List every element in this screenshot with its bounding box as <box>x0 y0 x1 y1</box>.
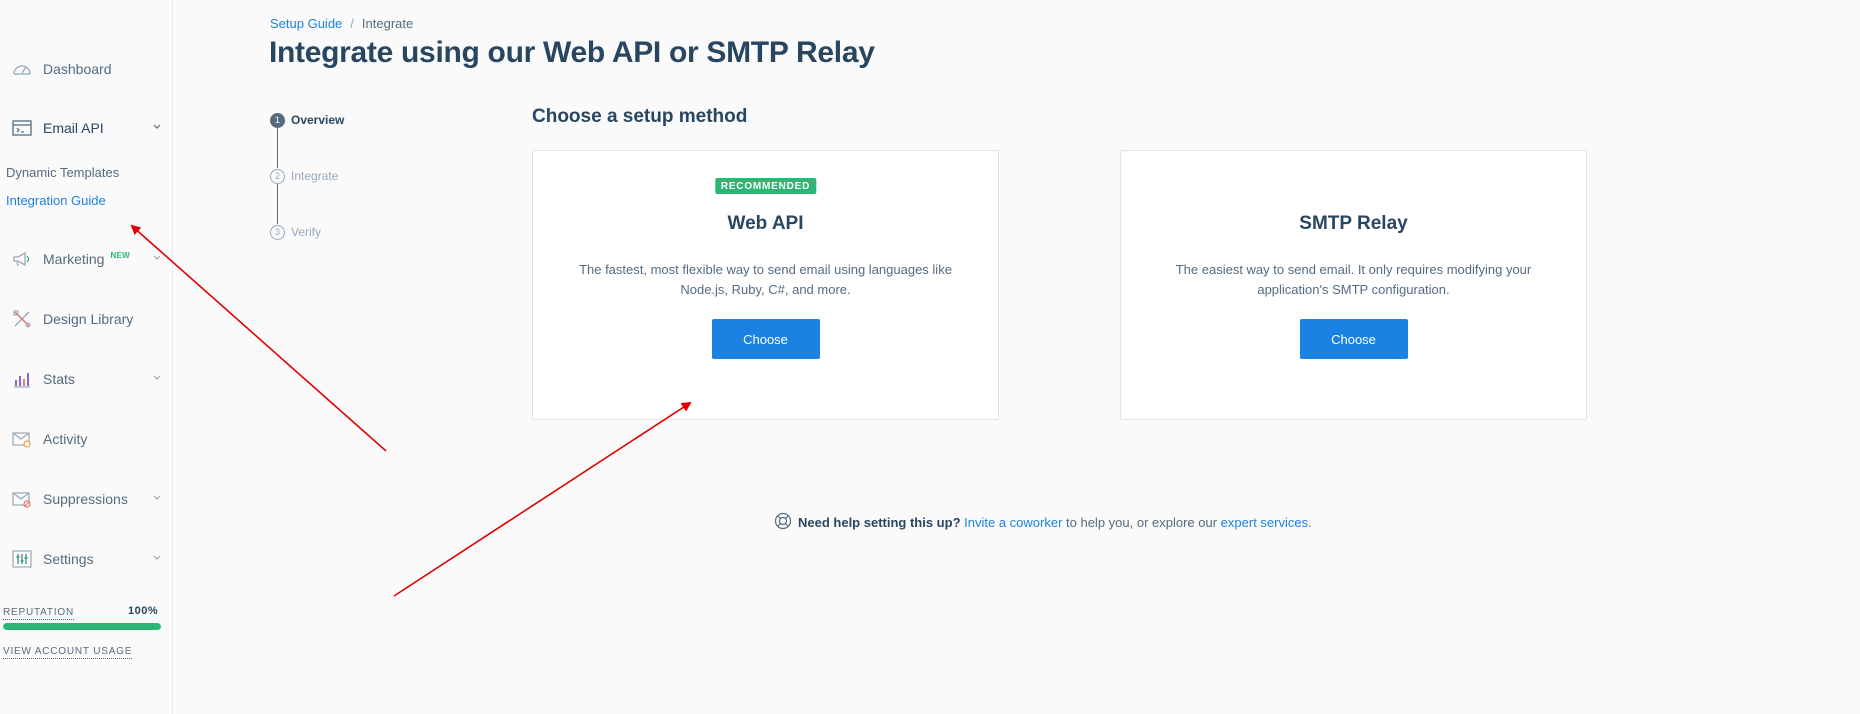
reputation-bar-fill <box>3 623 161 630</box>
help-text: to help you, or explore our <box>1062 515 1221 530</box>
step-overview[interactable]: 1 Overview <box>270 112 344 128</box>
help-heading: Need help setting this up? <box>798 515 961 530</box>
card-description: The easiest way to send email. It only r… <box>1175 262 1532 297</box>
section-title: Choose a setup method <box>532 106 748 127</box>
step-integrate[interactable]: 2 Integrate <box>270 168 338 184</box>
web-api-card: RECOMMENDED Web API The fastest, most fl… <box>532 150 999 420</box>
sidebar-item-label: Suppressions <box>43 491 128 507</box>
sidebar-item-label: Activity <box>43 431 88 447</box>
help-footer: Need help setting this up? Invite a cowo… <box>774 512 1312 533</box>
sidebar-item-settings[interactable]: Settings <box>0 544 172 574</box>
reputation-label[interactable]: REPUTATION <box>3 607 74 620</box>
sidebar-item-email-api[interactable]: Email API <box>0 113 172 143</box>
step-number: 3 <box>270 224 285 240</box>
gauge-icon <box>11 58 33 80</box>
step-connector <box>277 128 278 168</box>
view-account-usage-link[interactable]: VIEW ACCOUNT USAGE <box>3 646 133 659</box>
step-number: 2 <box>270 168 285 184</box>
sidebar-item-label: Design Library <box>43 311 134 327</box>
reputation-bar <box>3 623 161 630</box>
step-connector <box>277 184 278 224</box>
card-title: Web API <box>727 213 804 234</box>
sidebar: Dashboard Email API Dynamic Templates In… <box>0 0 173 714</box>
choose-smtp-relay-button[interactable]: Choose <box>1299 319 1408 359</box>
sidebar-item-label: Email API <box>43 120 104 136</box>
annotation-arrow <box>393 401 692 597</box>
app-root: Dashboard Email API Dynamic Templates In… <box>0 0 1860 714</box>
breadcrumb-current: Integrate <box>361 16 414 31</box>
sidebar-item-dashboard[interactable]: Dashboard <box>0 54 172 84</box>
breadcrumb-separator: / <box>350 16 354 31</box>
reputation-value: 100% <box>128 605 159 617</box>
breadcrumb: Setup Guide / Integrate <box>270 16 413 31</box>
new-badge: NEW <box>110 250 131 260</box>
chevron-down-icon <box>153 255 161 260</box>
bar-chart-icon <box>11 368 33 390</box>
smtp-relay-card: SMTP Relay The easiest way to send email… <box>1120 150 1587 420</box>
breadcrumb-setup-guide-link[interactable]: Setup Guide <box>270 16 342 31</box>
sidebar-subitem-dynamic-templates[interactable]: Dynamic Templates <box>6 165 119 180</box>
sidebar-subitem-integration-guide[interactable]: Integration Guide <box>6 193 106 208</box>
sidebar-item-label: Dashboard <box>43 61 112 77</box>
step-label: Overview <box>291 113 345 127</box>
chevron-down-icon <box>153 555 161 560</box>
mail-search-icon <box>11 428 33 450</box>
design-tools-icon <box>11 308 33 330</box>
sliders-icon <box>11 548 33 570</box>
card-description: The fastest, most flexible way to send e… <box>579 262 952 297</box>
step-label: Integrate <box>291 169 339 183</box>
megaphone-icon <box>11 248 33 270</box>
step-verify[interactable]: 3 Verify <box>270 224 321 240</box>
recommended-badge: RECOMMENDED <box>714 178 817 194</box>
page-title: Integrate using our Web API or SMTP Rela… <box>269 36 875 69</box>
sidebar-item-suppressions[interactable]: Suppressions <box>0 484 172 514</box>
choose-web-api-button[interactable]: Choose <box>711 319 820 359</box>
sidebar-item-stats[interactable]: Stats <box>0 364 172 394</box>
lifebuoy-icon <box>774 512 792 533</box>
step-label: Verify <box>291 225 322 239</box>
invite-coworker-link[interactable]: Invite a coworker <box>964 515 1062 530</box>
chevron-down-icon <box>153 495 161 500</box>
sidebar-item-label: Stats <box>43 371 75 387</box>
chevron-down-icon <box>153 375 161 380</box>
chevron-down-icon <box>153 124 161 129</box>
terminal-icon <box>11 117 33 139</box>
sidebar-item-design-library[interactable]: Design Library <box>0 304 172 334</box>
help-end: . <box>1308 515 1312 530</box>
expert-services-link[interactable]: expert services <box>1221 515 1308 530</box>
sidebar-item-activity[interactable]: Activity <box>0 424 172 454</box>
sidebar-item-label: Marketing <box>43 251 105 267</box>
step-number: 1 <box>270 112 285 128</box>
sidebar-item-label: Settings <box>43 551 94 567</box>
mail-blocked-icon <box>11 488 33 510</box>
sidebar-item-marketing[interactable]: Marketing NEW <box>0 244 172 274</box>
card-title: SMTP Relay <box>1299 213 1408 234</box>
